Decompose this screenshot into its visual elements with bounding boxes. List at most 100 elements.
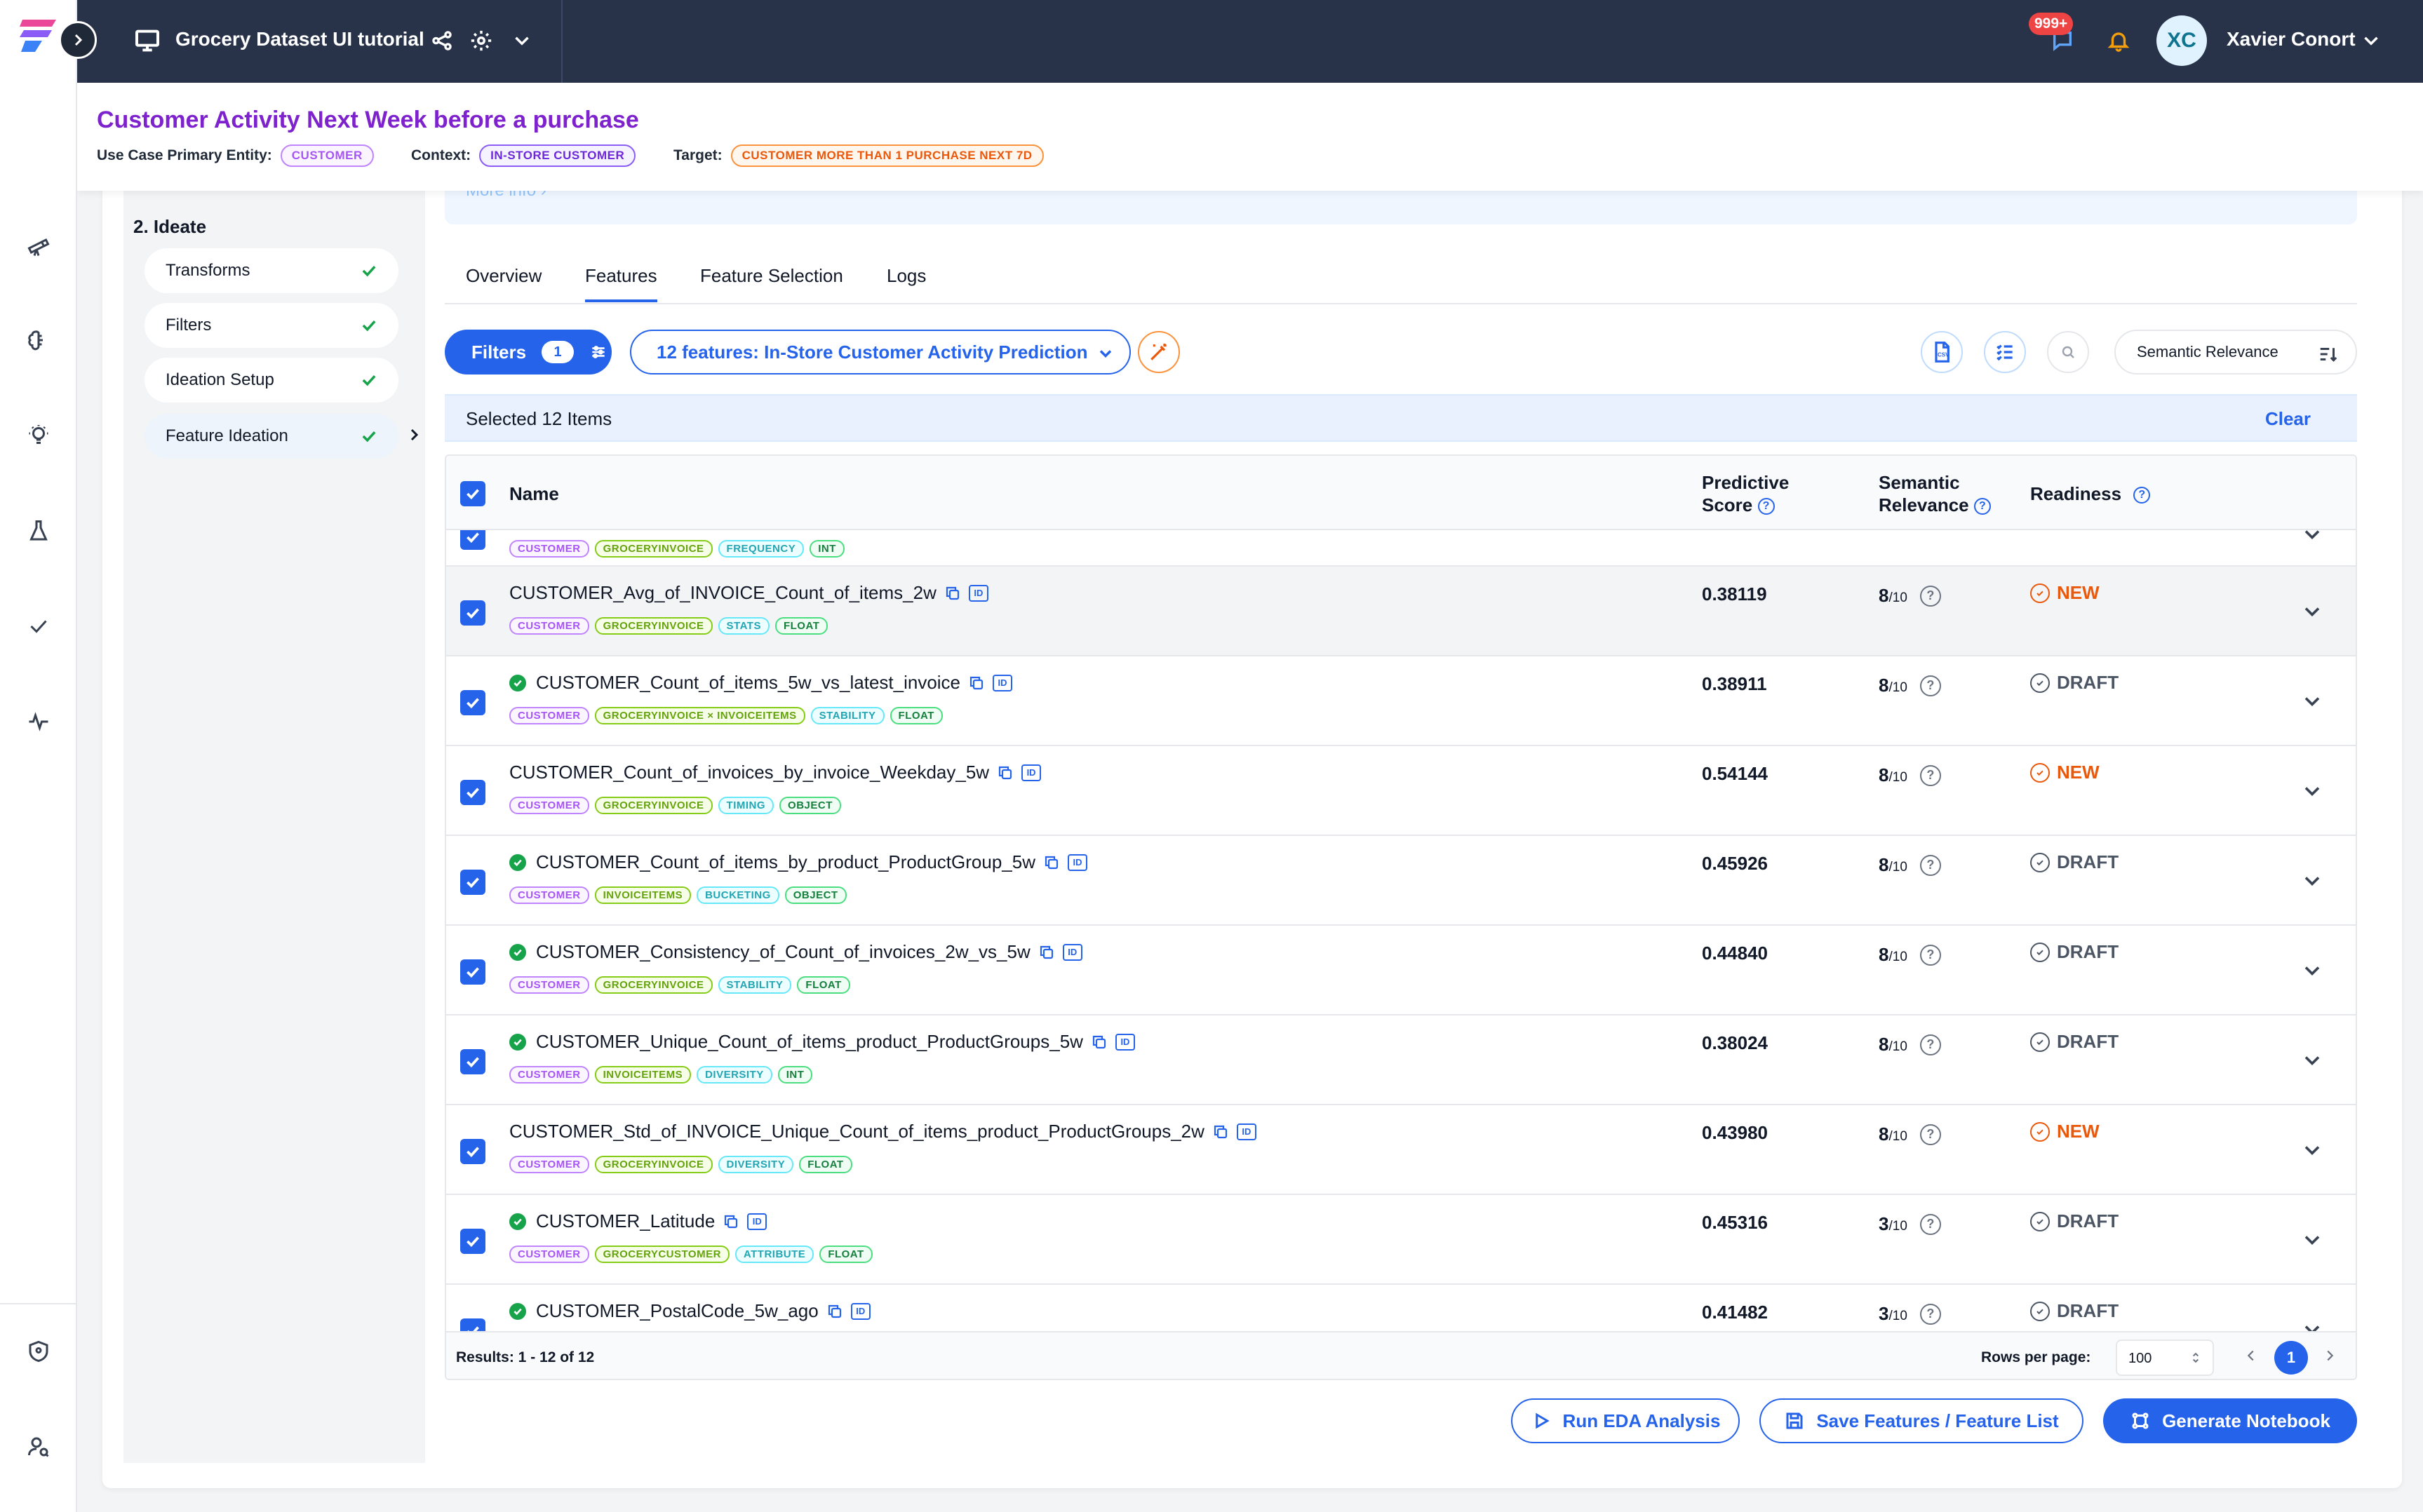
app-logo[interactable] (17, 15, 60, 53)
readiness-status[interactable]: DRAFT (2030, 851, 2119, 873)
sort-select[interactable]: Semantic Relevance (2114, 330, 2357, 374)
feature-name[interactable]: CUSTOMER_Std_of_INVOICE_Unique_Count_of_… (509, 1121, 1256, 1142)
help-icon[interactable]: ? (1973, 498, 1991, 515)
row-checkbox[interactable] (460, 530, 485, 550)
feature-name[interactable]: CUSTOMER_Consistency_of_Count_of_invoice… (509, 941, 1082, 963)
help-icon[interactable]: ? (1919, 944, 1941, 966)
primary-entity-badge[interactable]: CUSTOMER (280, 144, 374, 167)
chevron-down-icon[interactable] (2300, 868, 2325, 893)
chevron-down-icon[interactable] (508, 27, 536, 55)
user-menu-chevron-icon[interactable] (2357, 27, 2385, 55)
table-row[interactable]: CUSTOMER_Latitude ID CUSTOMER GROCERYCUSTOM… (446, 1195, 2356, 1285)
chevron-down-icon[interactable] (2300, 1138, 2325, 1163)
id-icon[interactable]: ID (1062, 943, 1082, 961)
table-row[interactable]: CUSTOMER_Avg_of_INVOICE_Count_of_items_2… (446, 567, 2356, 656)
readiness-status[interactable]: NEW (2030, 762, 2100, 783)
table-row[interactable]: CUSTOMER_Count_of_items_5w_vs_latest_inv… (446, 656, 2356, 746)
prev-page-button[interactable] (2243, 1348, 2263, 1368)
save-features-button[interactable]: Save Features / Feature List (1759, 1398, 2083, 1443)
shield-icon[interactable] (24, 1337, 53, 1366)
table-row-partial[interactable]: CUSTOMER GROCERYINVOICE FREQUENCY INT (446, 530, 2356, 567)
feature-name[interactable]: CUSTOMER_Count_of_items_by_product_Produ… (509, 851, 1087, 873)
rail-expand-button[interactable] (59, 21, 97, 59)
step-ideation-setup[interactable]: Ideation Setup (145, 358, 398, 403)
chevron-down-icon[interactable] (2300, 530, 2325, 547)
help-icon[interactable]: ? (1919, 854, 1941, 876)
select-all-checkbox[interactable] (460, 481, 485, 506)
tab-overview[interactable]: Overview (466, 265, 542, 299)
step-transforms[interactable]: Transforms (145, 248, 398, 293)
tab-features[interactable]: Features (585, 265, 657, 302)
readiness-status[interactable]: NEW (2030, 582, 2100, 604)
brain-icon[interactable] (24, 325, 53, 355)
magic-wand-button[interactable] (1138, 331, 1180, 373)
feature-name[interactable]: CUSTOMER_Count_of_items_5w_vs_latest_inv… (509, 672, 1013, 694)
id-icon[interactable]: ID (1021, 764, 1042, 781)
rows-per-page-select[interactable]: 100 (2116, 1339, 2214, 1376)
gear-icon[interactable] (467, 27, 495, 55)
readiness-status[interactable]: DRAFT (2030, 1210, 2119, 1232)
copy-icon[interactable] (722, 1213, 740, 1231)
id-icon[interactable]: ID (1068, 853, 1087, 871)
flask-icon[interactable] (24, 516, 53, 546)
target-badge[interactable]: CUSTOMER MORE THAN 1 PURCHASE NEXT 7D (730, 144, 1044, 167)
help-icon[interactable]: ? (1757, 498, 1775, 515)
csv-download-button[interactable]: CSV (1921, 331, 1963, 373)
step-filters[interactable]: Filters (145, 303, 398, 348)
readiness-status[interactable]: NEW (2030, 1121, 2100, 1142)
chevron-down-icon[interactable] (2300, 689, 2325, 714)
table-row[interactable]: CUSTOMER_Unique_Count_of_items_product_P… (446, 1015, 2356, 1105)
copy-icon[interactable] (1042, 853, 1061, 872)
readiness-status[interactable]: DRAFT (2030, 941, 2119, 963)
next-page-button[interactable] (2322, 1348, 2342, 1368)
activity-icon[interactable] (24, 707, 53, 736)
chevron-down-icon[interactable] (2300, 599, 2325, 624)
id-icon[interactable]: ID (850, 1302, 871, 1320)
chevron-down-icon[interactable] (2300, 958, 2325, 983)
tab-logs[interactable]: Logs (887, 265, 926, 299)
readiness-status[interactable]: DRAFT (2030, 672, 2119, 694)
feature-name[interactable]: CUSTOMER_Avg_of_INVOICE_Count_of_items_2… (509, 582, 988, 604)
row-checkbox[interactable] (460, 870, 485, 895)
column-header-name[interactable]: Name (509, 482, 559, 505)
readiness-status[interactable]: DRAFT (2030, 1300, 2119, 1322)
help-icon[interactable]: ? (1919, 1213, 1941, 1235)
id-icon[interactable]: ID (993, 674, 1013, 691)
chevron-down-icon[interactable] (2300, 1317, 2325, 1331)
table-row[interactable]: CUSTOMER_Std_of_INVOICE_Unique_Count_of_… (446, 1105, 2356, 1195)
help-icon[interactable]: ? (1919, 675, 1941, 696)
chevron-down-icon[interactable] (2300, 1227, 2325, 1253)
context-badge[interactable]: IN-STORE CUSTOMER (479, 144, 636, 167)
copy-icon[interactable] (967, 674, 986, 692)
copy-icon[interactable] (1212, 1123, 1230, 1141)
copy-icon[interactable] (826, 1302, 844, 1321)
copy-icon[interactable] (1090, 1033, 1108, 1051)
bell-icon[interactable] (2105, 27, 2133, 55)
help-icon[interactable]: ? (1919, 585, 1941, 607)
help-icon[interactable]: ? (1919, 1303, 1941, 1325)
id-icon[interactable]: ID (1115, 1033, 1135, 1051)
page-number-current[interactable]: 1 (2274, 1341, 2308, 1375)
column-header-predictive-score[interactable]: Predictive Score ? (1702, 471, 1814, 516)
copy-icon[interactable] (1038, 943, 1056, 961)
column-header-semantic-relevance[interactable]: Semantic Relevance ? (1879, 471, 2005, 516)
row-checkbox[interactable] (460, 600, 485, 626)
use-case-title[interactable]: Customer Activity Next Week before a pur… (97, 107, 639, 134)
share-icon[interactable] (428, 27, 456, 55)
table-row[interactable]: CUSTOMER_Count_of_invoices_by_invoice_We… (446, 746, 2356, 836)
row-checkbox[interactable] (460, 1229, 485, 1254)
user-search-icon[interactable] (24, 1432, 53, 1462)
run-eda-button[interactable]: Run EDA Analysis (1511, 1398, 1740, 1443)
table-row[interactable]: CUSTOMER_PostalCode_5w_ago ID 0.41482 3/10?… (446, 1285, 2356, 1331)
chevron-down-icon[interactable] (2300, 778, 2325, 804)
tab-feature-selection[interactable]: Feature Selection (700, 265, 843, 299)
feature-name[interactable]: CUSTOMER_Count_of_invoices_by_invoice_We… (509, 762, 1042, 783)
column-header-readiness[interactable]: Readiness ? (2030, 482, 2151, 505)
clear-selection-link[interactable]: Clear (2265, 408, 2311, 430)
readiness-status[interactable]: DRAFT (2030, 1031, 2119, 1053)
feature-name[interactable]: CUSTOMER_Unique_Count_of_items_product_P… (509, 1031, 1135, 1053)
help-icon[interactable]: ? (1919, 1123, 1941, 1145)
avatar[interactable]: XC (2156, 15, 2207, 66)
project-selector[interactable]: Grocery Dataset UI tutorial (77, 0, 563, 83)
row-checkbox[interactable] (460, 1318, 485, 1331)
